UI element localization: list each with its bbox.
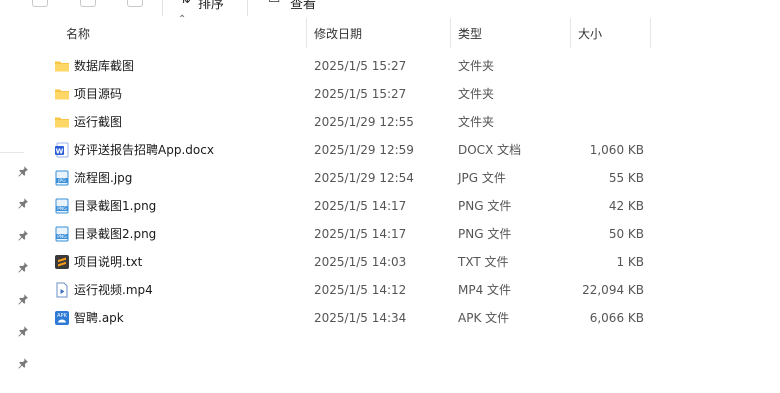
- file-size: 42 KB: [608, 199, 644, 213]
- file-type: APK 文件: [458, 311, 510, 325]
- svg-text:APK: APK: [57, 313, 67, 319]
- sort-icon[interactable]: ⇅: [180, 0, 191, 7]
- svg-text:W: W: [56, 147, 64, 155]
- pin-icon[interactable]: [17, 357, 29, 369]
- pin-icon[interactable]: [17, 165, 29, 177]
- file-name: 运行截图: [74, 115, 123, 129]
- file-size: [558, 52, 644, 80]
- file-date-modified: 2025/1/5 15:27: [314, 59, 407, 73]
- column-header: ⌃ 名称 修改日期 类型 大小: [36, 14, 780, 50]
- file-size: 55 KB: [608, 171, 644, 185]
- file-size: [558, 108, 644, 136]
- word-doc-icon: W: [54, 142, 70, 158]
- sort-button[interactable]: 排序: [198, 0, 224, 12]
- file-name: 目录截图2.png: [74, 227, 157, 241]
- file-row[interactable]: 运行截图 2025/1/29 12:55 文件夹: [36, 108, 656, 136]
- file-size: 6,066 KB: [589, 311, 644, 325]
- file-type: MP4 文件: [458, 283, 512, 297]
- column-divider[interactable]: [570, 18, 571, 48]
- file-row[interactable]: 运行视频.mp4 2025/1/5 14:12 MP4 文件 22,094 KB: [36, 276, 656, 304]
- copy-icon[interactable]: [32, 0, 48, 7]
- nav-divider: [0, 152, 24, 153]
- folder-icon: [54, 58, 70, 74]
- pin-icon[interactable]: [17, 293, 29, 305]
- file-date-modified: 2025/1/5 14:12: [314, 283, 407, 297]
- file-date-modified: 2025/1/5 14:17: [314, 227, 407, 241]
- column-divider[interactable]: [450, 18, 451, 48]
- file-size: 1,060 KB: [589, 143, 644, 157]
- file-type: 文件夹: [458, 59, 495, 73]
- apk-file-icon: APK: [54, 310, 70, 326]
- file-name: 流程图.jpg: [74, 171, 133, 185]
- svg-text:PNG: PNG: [57, 206, 67, 212]
- sort-ascending-icon: ⌃: [178, 14, 187, 25]
- png-image-icon: PNG: [54, 226, 70, 242]
- file-size: 1 KB: [616, 255, 644, 269]
- folder-icon: [54, 86, 70, 102]
- file-row[interactable]: APK 智聘.apk 2025/1/5 14:34 APK 文件 6,066 K…: [36, 304, 656, 332]
- column-divider[interactable]: [650, 18, 651, 48]
- column-name[interactable]: 名称: [66, 16, 90, 50]
- file-date-modified: 2025/1/5 15:27: [314, 87, 407, 101]
- file-date-modified: 2025/1/29 12:54: [314, 171, 414, 185]
- toolbar-divider: [247, 0, 248, 16]
- toolbar-divider: [162, 0, 163, 16]
- file-row[interactable]: W 好评送报告招聘App.docx 2025/1/29 12:59 DOCX 文…: [36, 136, 656, 164]
- png-image-icon: PNG: [54, 198, 70, 214]
- file-date-modified: 2025/1/5 14:34: [314, 311, 407, 325]
- file-type: JPG 文件: [458, 171, 506, 185]
- file-row[interactable]: 项目说明.txt 2025/1/5 14:03 TXT 文件 1 KB: [36, 248, 656, 276]
- paste-icon[interactable]: [80, 0, 96, 7]
- file-size: [558, 80, 644, 108]
- column-divider[interactable]: [306, 18, 307, 48]
- file-size: 50 KB: [608, 227, 644, 241]
- pin-icon[interactable]: [17, 325, 29, 337]
- file-row[interactable]: PNG 目录截图1.png 2025/1/5 14:17 PNG 文件 42 K…: [36, 192, 656, 220]
- jpg-image-icon: JPG: [54, 170, 70, 186]
- file-type: PNG 文件: [458, 199, 512, 213]
- file-name: 好评送报告招聘App.docx: [74, 143, 214, 157]
- column-date-modified[interactable]: 修改日期: [314, 16, 362, 50]
- file-row[interactable]: PNG 目录截图2.png 2025/1/5 14:17 PNG 文件 50 K…: [36, 220, 656, 248]
- file-size: 22,094 KB: [582, 283, 644, 297]
- file-type: 文件夹: [458, 115, 495, 129]
- sublime-text-icon: [54, 254, 70, 270]
- svg-text:JPG: JPG: [57, 178, 66, 184]
- file-row[interactable]: JPG 流程图.jpg 2025/1/29 12:54 JPG 文件 55 KB: [36, 164, 656, 192]
- file-date-modified: 2025/1/29 12:55: [314, 115, 414, 129]
- view-icon[interactable]: ▭: [268, 0, 280, 7]
- file-type: 文件夹: [458, 87, 495, 101]
- svg-text:PNG: PNG: [57, 234, 67, 240]
- pin-icon[interactable]: [17, 229, 29, 241]
- file-date-modified: 2025/1/5 14:03: [314, 255, 407, 269]
- video-file-icon: [54, 282, 70, 298]
- folder-icon: [54, 114, 70, 130]
- file-type: DOCX 文档: [458, 143, 522, 157]
- command-bar: ⇅ 排序 ▭ 查看: [0, 0, 780, 16]
- pin-icon[interactable]: [17, 197, 29, 209]
- column-size[interactable]: 大小: [578, 16, 602, 50]
- column-type[interactable]: 类型: [458, 16, 482, 50]
- view-button[interactable]: 查看: [290, 0, 316, 12]
- file-type: PNG 文件: [458, 227, 512, 241]
- file-name: 项目源码: [74, 87, 123, 101]
- pin-icon[interactable]: [17, 261, 29, 273]
- file-name: 运行视频.mp4: [74, 283, 153, 297]
- file-row[interactable]: 项目源码 2025/1/5 15:27 文件夹: [36, 80, 656, 108]
- file-date-modified: 2025/1/29 12:59: [314, 143, 414, 157]
- file-row[interactable]: 数据库截图 2025/1/5 15:27 文件夹: [36, 52, 656, 80]
- file-name: 智聘.apk: [74, 311, 124, 325]
- file-date-modified: 2025/1/5 14:17: [314, 199, 407, 213]
- file-name: 目录截图1.png: [74, 199, 157, 213]
- file-name: 数据库截图: [74, 59, 135, 73]
- delete-icon[interactable]: [127, 0, 143, 7]
- file-type: TXT 文件: [458, 255, 509, 269]
- file-name: 项目说明.txt: [74, 255, 143, 269]
